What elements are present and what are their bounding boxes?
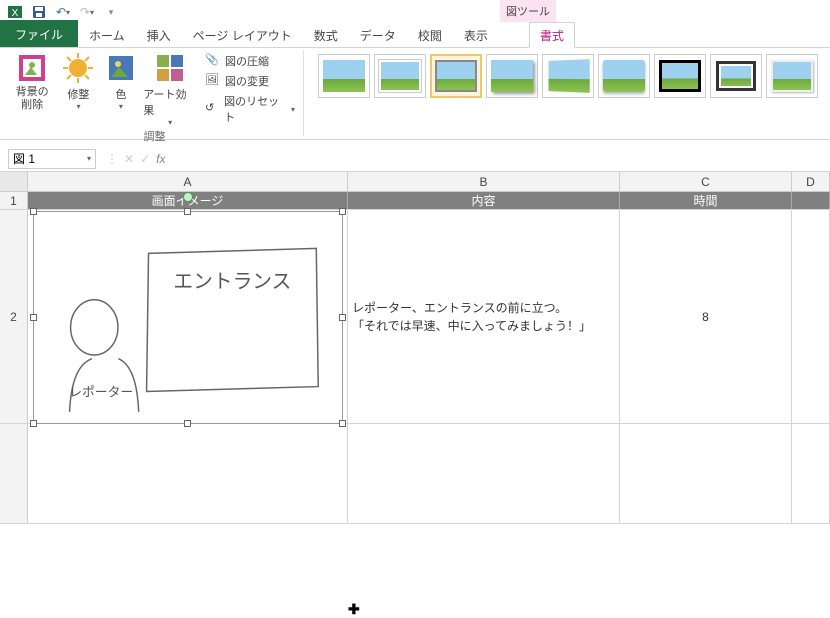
enter-icon[interactable]: ✓ <box>140 152 150 166</box>
resize-handle[interactable] <box>339 314 346 321</box>
style-item-5[interactable] <box>542 54 594 98</box>
col-header-c[interactable]: C <box>620 172 792 191</box>
row-header-3[interactable] <box>0 424 28 523</box>
cell-d1[interactable] <box>792 192 830 209</box>
row-header-2[interactable]: 2 <box>0 210 28 423</box>
rotate-handle[interactable] <box>183 192 193 202</box>
resize-handle[interactable] <box>30 420 37 427</box>
contextual-tab-group: 図ツール <box>500 0 556 22</box>
cell-d2[interactable] <box>792 210 830 423</box>
resize-handle[interactable] <box>184 420 191 427</box>
style-item-7[interactable] <box>654 54 706 98</box>
group-adjust: 背景の 削除 修整▾ 色▾ アート効果▾ 📎図の圧縮 🖼図の変更 <box>6 50 304 136</box>
reset-picture-button[interactable]: ↺図のリセット ▾ <box>203 92 297 126</box>
name-box[interactable]: 図 1 ▾ <box>8 149 96 169</box>
resize-handle[interactable] <box>30 314 37 321</box>
tab-data[interactable]: データ <box>349 22 407 47</box>
compress-pictures-button[interactable]: 📎図の圧縮 <box>203 52 297 70</box>
change-picture-button[interactable]: 🖼図の変更 <box>203 72 297 90</box>
chevron-down-icon[interactable]: ▾ <box>87 154 91 163</box>
row-header-1[interactable]: 1 <box>0 192 28 209</box>
tab-home[interactable]: ホーム <box>78 22 136 47</box>
style-item-3[interactable] <box>430 54 482 98</box>
tab-format[interactable]: 書式 <box>529 22 575 48</box>
cell-b2[interactable]: レポーター、エントランスの前に立つ。 「それでは早速、中に入ってみましょう！」 <box>348 210 620 423</box>
column-headers: A B C D <box>0 172 830 192</box>
resize-handle[interactable] <box>30 208 37 215</box>
picture-styles-gallery[interactable] <box>310 50 818 98</box>
style-item-2[interactable] <box>374 54 426 98</box>
col-header-d[interactable]: D <box>792 172 830 191</box>
ribbon-tabs: ファイル ホーム 挿入 ページ レイアウト 数式 データ 校閲 表示 書式 <box>0 24 830 48</box>
style-item-1[interactable] <box>318 54 370 98</box>
tab-page-layout[interactable]: ページ レイアウト <box>182 22 303 47</box>
table-row: 1 画面イメージ 内容 時間 <box>0 192 830 210</box>
tab-formulas[interactable]: 数式 <box>303 22 349 47</box>
tab-insert[interactable]: 挿入 <box>136 22 182 47</box>
cell-cursor-icon: ✚ <box>348 601 360 618</box>
svg-text:X: X <box>12 8 19 19</box>
sketch-sign-text: エントランス <box>173 271 291 293</box>
formula-bar: 図 1 ▾ ⋮ ✕ ✓ fx <box>0 146 830 172</box>
tab-file[interactable]: ファイル <box>0 20 78 47</box>
style-item-6[interactable] <box>598 54 650 98</box>
artistic-effects-button[interactable]: アート効果▾ <box>143 50 197 127</box>
resize-handle[interactable] <box>339 208 346 215</box>
ribbon: 背景の 削除 修整▾ 色▾ アート効果▾ 📎図の圧縮 🖼図の変更 <box>0 48 830 140</box>
quick-access-toolbar: X ↶▾ ↷▾ ▾ <box>0 0 830 24</box>
cell-c1[interactable]: 時間 <box>620 192 792 209</box>
tab-view[interactable]: 表示 <box>453 22 499 47</box>
resize-handle[interactable] <box>339 420 346 427</box>
worksheet-grid[interactable]: A B C D 1 画面イメージ 内容 時間 2 レポーター、エントランスの前に… <box>0 172 830 524</box>
resize-handle[interactable] <box>184 208 191 215</box>
dropdown-icon[interactable]: ⋮ <box>106 152 118 166</box>
qat-customize-icon[interactable]: ▾ <box>100 1 122 23</box>
cell-b1[interactable]: 内容 <box>348 192 620 209</box>
cell-c2[interactable]: 8 <box>620 210 792 423</box>
col-header-a[interactable]: A <box>28 172 348 191</box>
col-header-b[interactable]: B <box>348 172 620 191</box>
selected-picture[interactable]: エントランス レポーター <box>33 211 343 424</box>
tab-review[interactable]: 校閲 <box>407 22 453 47</box>
color-button[interactable]: 色▾ <box>105 50 138 111</box>
select-all-corner[interactable] <box>0 172 28 191</box>
sketch-person-label: レポーター <box>69 384 133 399</box>
sketch-drawing: エントランス レポーター <box>40 218 336 417</box>
style-item-9[interactable] <box>766 54 818 98</box>
style-item-4[interactable] <box>486 54 538 98</box>
corrections-button[interactable]: 修整▾ <box>58 50 98 111</box>
remove-background-button[interactable]: 背景の 削除 <box>12 50 52 112</box>
cancel-icon[interactable]: ✕ <box>124 152 134 166</box>
group-label-adjust: 調整 <box>144 127 166 146</box>
style-item-8[interactable] <box>710 54 762 98</box>
redo-icon[interactable]: ↷▾ <box>76 1 98 23</box>
table-row <box>0 424 830 524</box>
fx-icon[interactable]: fx <box>156 152 165 166</box>
